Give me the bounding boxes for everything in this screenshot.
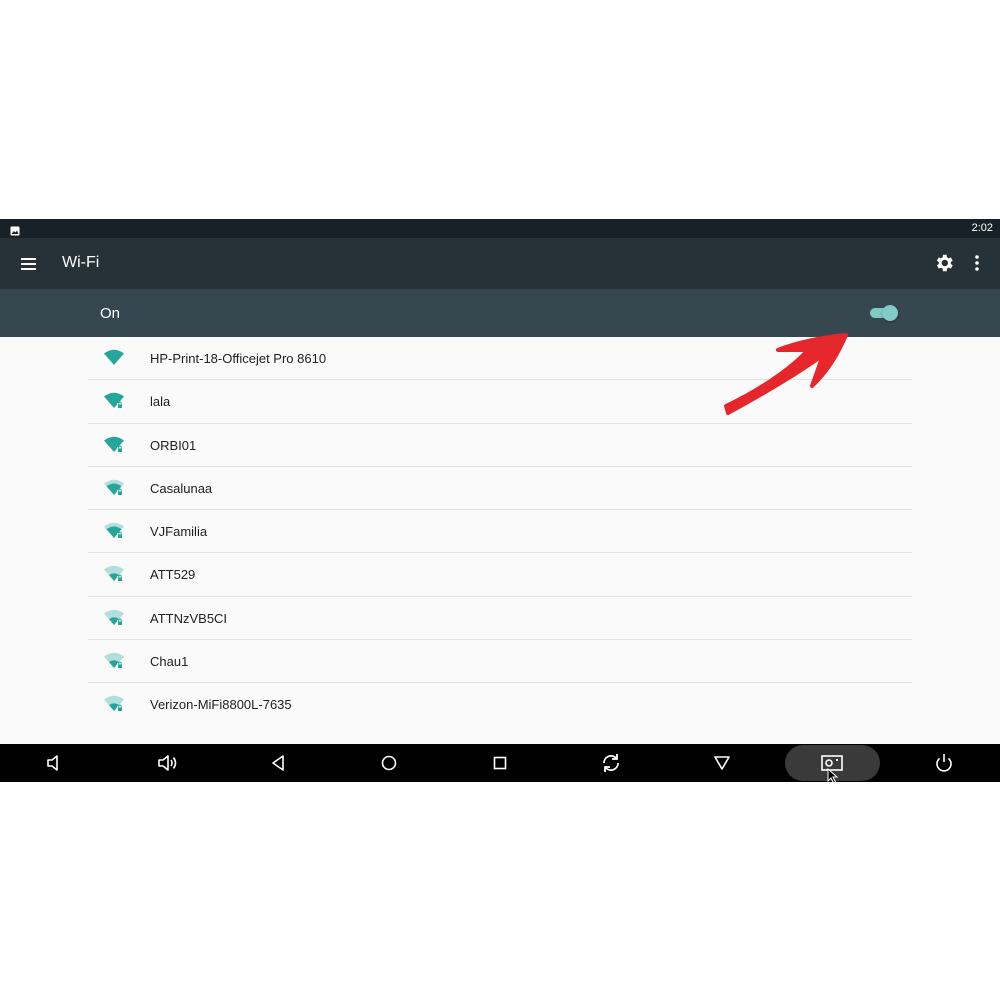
network-ssid: HP-Print-18-Officejet Pro 8610 bbox=[150, 351, 327, 366]
app-toolbar: Wi-Fi bbox=[0, 238, 1000, 289]
wifi-toggle-switch[interactable] bbox=[870, 305, 898, 321]
network-ssid: lala bbox=[150, 394, 171, 410]
network-ssid: ATT529 bbox=[150, 567, 196, 583]
toggle-thumb[interactable] bbox=[882, 305, 898, 321]
hide-nav-icon[interactable] bbox=[710, 751, 734, 775]
wifi-signal-full-locked-icon bbox=[103, 436, 125, 454]
network-ssid: ATTNzVB5CI bbox=[150, 610, 228, 626]
network-ssid: Casalunaa bbox=[150, 480, 213, 496]
network-row[interactable]: ORBI01 bbox=[88, 424, 912, 467]
back-icon[interactable] bbox=[266, 751, 290, 775]
network-row[interactable]: HP-Print-18-Officejet Pro 8610 bbox=[88, 337, 912, 381]
android-wifi-settings-screen: 2:02 Wi-Fi On HP-Print-18-Officejet Pro … bbox=[0, 219, 1000, 782]
network-row[interactable]: ATTNzVB5CI bbox=[88, 597, 912, 641]
network-row[interactable]: Casalunaa bbox=[88, 467, 912, 511]
page-title: Wi-Fi bbox=[62, 254, 100, 271]
network-row[interactable]: VJFamilia bbox=[88, 510, 912, 554]
wifi-signal-2-locked-icon bbox=[103, 609, 125, 627]
status-clock: 2:02 bbox=[971, 222, 993, 234]
wifi-signal-2-locked-icon bbox=[103, 652, 125, 670]
power-icon[interactable] bbox=[932, 751, 956, 775]
wifi-network-list: HP-Print-18-Officejet Pro 8610 lala ORBI… bbox=[88, 337, 912, 727]
hamburger-menu-icon[interactable] bbox=[18, 253, 40, 275]
network-row[interactable]: Chau1 bbox=[88, 640, 912, 684]
navigation-bar bbox=[0, 744, 1000, 782]
network-row[interactable]: ATT529 bbox=[88, 553, 912, 597]
wifi-signal-full-locked-icon bbox=[103, 392, 125, 410]
wifi-signal-3-locked-icon bbox=[103, 522, 125, 540]
volume-up-icon[interactable] bbox=[155, 751, 179, 775]
overflow-menu-icon[interactable] bbox=[966, 252, 988, 274]
network-row[interactable]: Verizon-MiFi8800L-7635 bbox=[88, 683, 912, 726]
wifi-signal-2-locked-icon bbox=[103, 695, 125, 713]
wifi-signal-full-icon bbox=[103, 349, 125, 367]
mouse-pointer-icon bbox=[827, 767, 841, 782]
network-ssid: Verizon-MiFi8800L-7635 bbox=[150, 697, 292, 713]
network-ssid: ORBI01 bbox=[150, 437, 197, 453]
rotate-icon[interactable] bbox=[599, 751, 623, 775]
wifi-master-switch-bar[interactable]: On bbox=[0, 289, 1000, 337]
wifi-signal-3-locked-icon bbox=[103, 479, 125, 497]
network-row[interactable]: lala bbox=[88, 380, 912, 424]
wifi-signal-2-locked-icon bbox=[103, 565, 125, 583]
status-bar: 2:02 bbox=[0, 219, 1000, 238]
volume-down-icon[interactable] bbox=[43, 751, 67, 775]
switch-label: On bbox=[100, 305, 121, 322]
recents-icon[interactable] bbox=[488, 751, 512, 775]
gear-icon[interactable] bbox=[933, 252, 955, 274]
network-ssid: VJFamilia bbox=[150, 524, 208, 540]
home-icon[interactable] bbox=[377, 751, 401, 775]
network-ssid: Chau1 bbox=[150, 654, 189, 670]
